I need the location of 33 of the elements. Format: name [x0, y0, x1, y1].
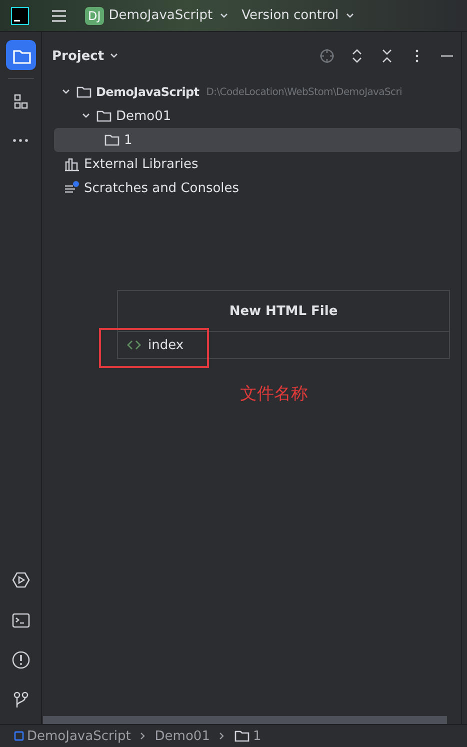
dialog-title: New HTML File [118, 291, 449, 332]
breadcrumb[interactable]: DemoJavaScript [14, 728, 131, 744]
project-badge: DJ [85, 6, 104, 24]
module-icon [14, 731, 24, 741]
folder-icon [234, 728, 250, 744]
breadcrumb[interactable]: Demo01 [154, 728, 210, 744]
run-icon[interactable] [10, 570, 30, 590]
tree-item[interactable]: 1 [54, 128, 461, 152]
project-selector[interactable]: DJ DemoJavaScript [85, 6, 238, 24]
tree-item[interactable]: DemoJavaScript D:\CodeLocation\WebStom\DemoJavaScri [54, 80, 461, 104]
menu-icon[interactable] [51, 8, 67, 22]
folder-icon-button[interactable] [6, 40, 36, 70]
chevron-right-icon [218, 731, 226, 741]
panel-title[interactable]: Project [52, 48, 120, 64]
annotation-text: 文件名称 [240, 383, 308, 405]
folder-icon [76, 84, 92, 100]
locate-icon[interactable] [319, 48, 335, 64]
path-text: D:\CodeLocation\WebStom\DemoJavaScri [206, 86, 402, 98]
tree-item[interactable]: Scratches and Consoles [54, 176, 461, 200]
warning-icon[interactable] [10, 650, 30, 670]
chevron-right-icon [138, 731, 147, 741]
library-icon [64, 156, 80, 172]
more-icon [13, 138, 28, 142]
folder-icon [96, 108, 112, 124]
tree-item[interactable]: Demo01 [54, 104, 461, 128]
folder-icon [104, 132, 120, 148]
version-control-menu[interactable]: Version control [242, 8, 364, 23]
tree-item[interactable]: External Libraries [54, 152, 461, 176]
app-logo-icon[interactable] [11, 6, 29, 24]
code-brackets-icon [126, 339, 142, 351]
breadcrumb[interactable]: 1 [234, 728, 262, 744]
scrollbar[interactable] [43, 716, 447, 724]
file-name-field[interactable]: index [148, 338, 268, 352]
